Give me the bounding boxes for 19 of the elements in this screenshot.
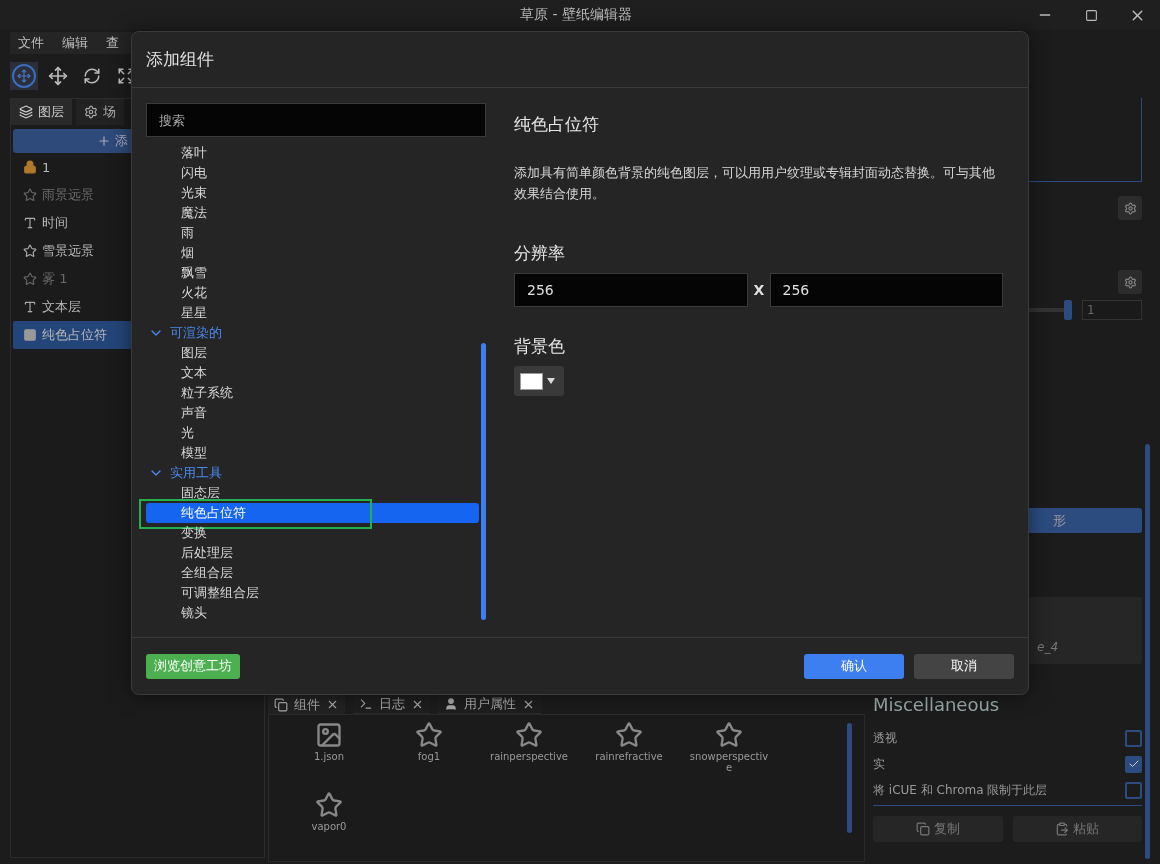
layer-name: 文本层 (42, 298, 81, 316)
section-title: Miscellaneous (873, 694, 1001, 715)
window-title: 草原 - 壁纸编辑器 (519, 6, 633, 24)
layer-name: 1 (42, 159, 51, 175)
checkbox-label: 实 (873, 755, 885, 773)
checkbox-label: 将 iCUE 和 Chroma 限制于此层 (873, 781, 1048, 799)
field-label: 背景色 (514, 335, 566, 358)
layer-name: 时间 (42, 214, 68, 232)
component-description: 添加具有简单颜色背景的纯色图层，可以用用户纹理或专辑封面动态替换。可与其他效果结合使用。 (514, 164, 996, 203)
layer-name: 纯色占位符 (42, 326, 107, 344)
layer-name: 雾 1 (42, 270, 68, 288)
layer-name: 雨景远景 (42, 186, 94, 204)
card-text: e_4 (1037, 640, 1059, 654)
component-title: 纯色占位符 (514, 113, 600, 136)
field-label: 分辨率 (514, 242, 566, 265)
layer-name: 雪景远景 (42, 242, 94, 260)
dialog-title: 添加组件 (146, 48, 214, 71)
separator-text: X (753, 282, 764, 298)
checkbox-label: 透视 (873, 729, 897, 747)
